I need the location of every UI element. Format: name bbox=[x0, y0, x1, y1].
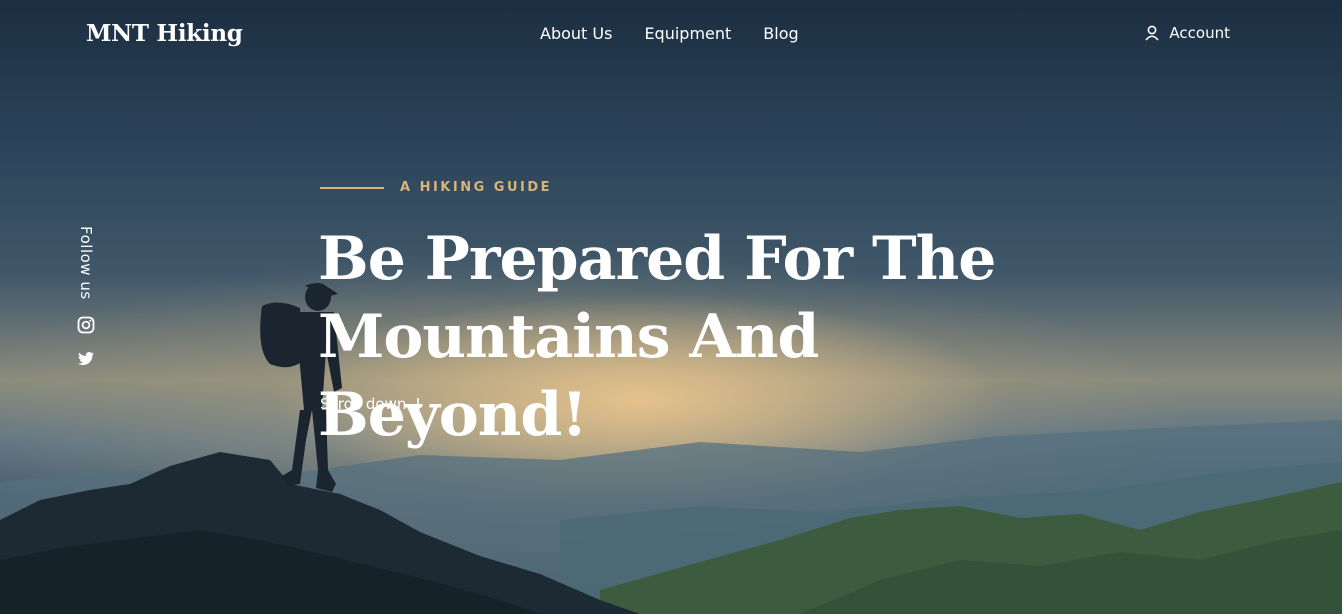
social-sidebar: Follow us bbox=[72, 226, 100, 368]
instagram-icon[interactable] bbox=[77, 316, 95, 334]
eyebrow-divider bbox=[320, 186, 384, 189]
arrow-down-icon bbox=[413, 398, 424, 411]
brand-logo[interactable]: MNT Hiking bbox=[86, 20, 243, 47]
nav-equipment-link[interactable]: Equipment bbox=[644, 24, 731, 43]
scroll-down-link[interactable]: Scroll down bbox=[320, 395, 424, 413]
follow-us-label: Follow us bbox=[77, 226, 95, 300]
headline-line-2: Mountains And Beyond! bbox=[318, 302, 820, 450]
headline-line-1: Be Prepared For The bbox=[318, 224, 996, 294]
user-icon bbox=[1145, 25, 1160, 41]
main-nav: About Us Equipment Blog bbox=[540, 24, 799, 43]
nav-about-us-link[interactable]: About Us bbox=[540, 24, 612, 43]
nav-blog-link[interactable]: Blog bbox=[763, 24, 798, 43]
hero-eyebrow: A HIKING GUIDE bbox=[320, 180, 552, 195]
eyebrow-text: A HIKING GUIDE bbox=[400, 180, 553, 195]
scroll-down-label: Scroll down bbox=[320, 395, 407, 413]
twitter-icon[interactable] bbox=[77, 350, 95, 368]
account-label: Account bbox=[1169, 24, 1230, 42]
hero-headline: Be Prepared For The Mountains And Beyond… bbox=[318, 220, 1078, 454]
account-link[interactable]: Account bbox=[1145, 24, 1230, 42]
hero-section: MNT Hiking About Us Equipment Blog Accou… bbox=[0, 0, 1342, 614]
